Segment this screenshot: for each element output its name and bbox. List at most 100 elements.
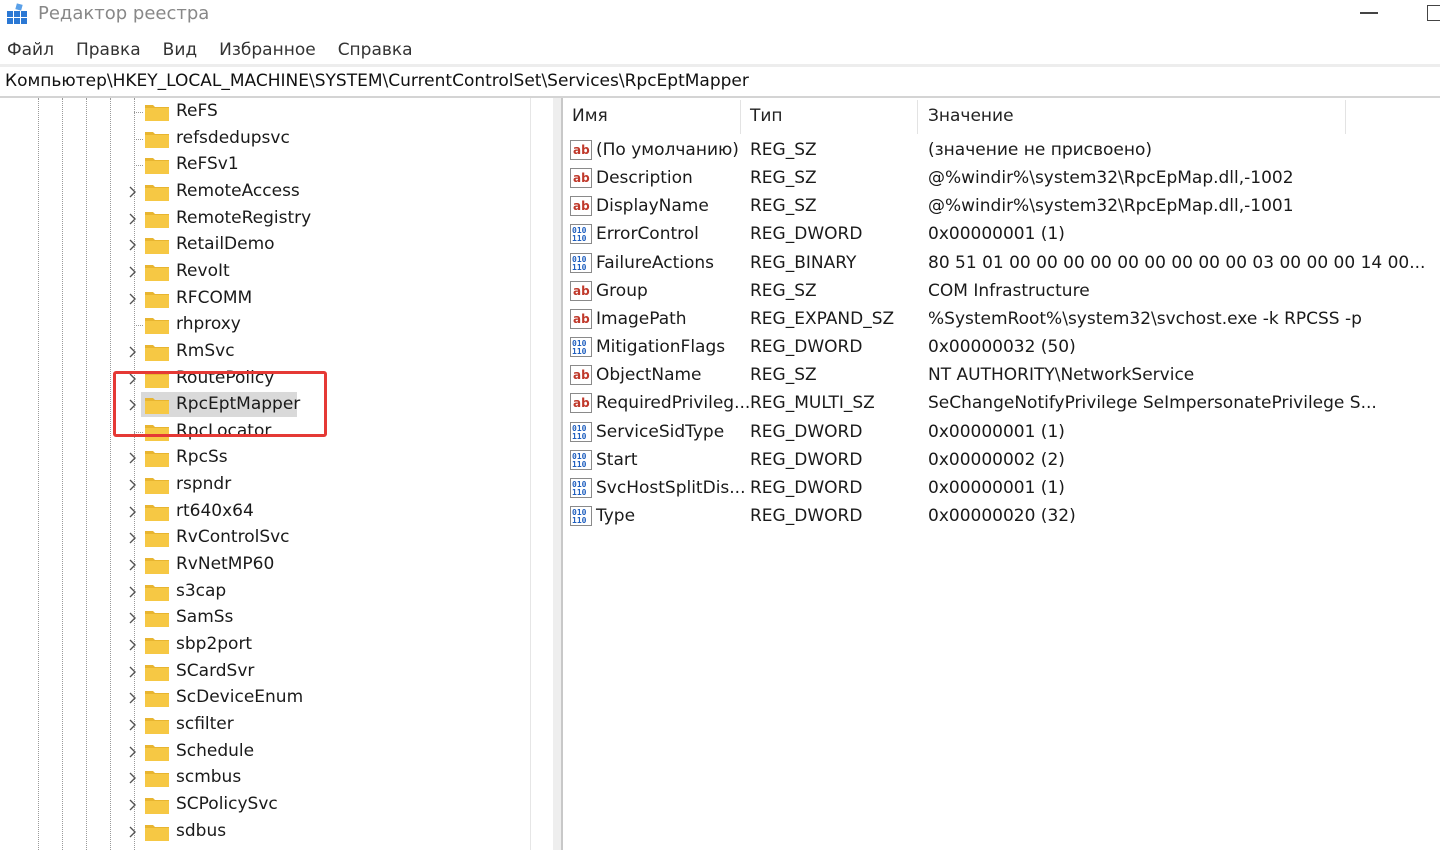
tree-node[interactable]: Schedule	[0, 739, 520, 765]
chevron-right-icon[interactable]	[125, 690, 141, 706]
column-separator[interactable]	[917, 100, 918, 134]
tree-node-label[interactable]: rspndr	[176, 473, 231, 495]
tree-node-label[interactable]: s3cap	[176, 580, 226, 602]
value-name[interactable]: MitigationFlags	[596, 335, 725, 359]
tree-node[interactable]: sbp2port	[0, 632, 520, 658]
tree-node[interactable]: ReFSv1	[0, 152, 520, 178]
tree-node[interactable]: s3cap	[0, 579, 520, 605]
column-header-data[interactable]: Значение	[928, 98, 1014, 134]
menu-help[interactable]: Справка	[337, 38, 414, 64]
chevron-right-icon[interactable]	[125, 770, 141, 786]
tree-node-label[interactable]: RpcSs	[176, 446, 228, 468]
tree-node[interactable]: rspndr	[0, 472, 520, 498]
value-name[interactable]: (По умолчанию)	[596, 138, 739, 162]
value-name[interactable]: DisplayName	[596, 194, 709, 218]
tree-node-label[interactable]: SCardSvr	[176, 660, 254, 682]
address-bar[interactable]: Компьютер\HKEY_LOCAL_MACHINE\SYSTEM\Curr…	[0, 68, 1440, 98]
value-name[interactable]: ImagePath	[596, 307, 687, 331]
tree-node[interactable]: rt640x64	[0, 499, 520, 525]
chevron-right-icon[interactable]	[125, 557, 141, 573]
chevron-right-icon[interactable]	[125, 450, 141, 466]
value-row[interactable]: ab (По умолчанию) REG_SZ (значение не присв…	[565, 136, 1435, 164]
chevron-right-icon[interactable]	[125, 344, 141, 360]
values-list[interactable]: Имя Тип Значение ab (По умолчанию) REG_SZ (…	[565, 98, 1440, 850]
chevron-right-icon[interactable]	[125, 824, 141, 840]
tree-node-label[interactable]: ReFSv1	[176, 153, 239, 175]
tree-node-label[interactable]: SamSs	[176, 606, 233, 628]
tree-node[interactable]: RvControlSvc	[0, 525, 520, 551]
tree-node[interactable]: RvNetMP60	[0, 552, 520, 578]
menu-edit[interactable]: Правка	[75, 38, 142, 64]
tree-node[interactable]: RpcEptMapper	[0, 392, 520, 418]
tree-node[interactable]: RFCOMM	[0, 286, 520, 312]
chevron-right-icon[interactable]	[125, 584, 141, 600]
column-header-type[interactable]: Тип	[750, 98, 783, 134]
tree-node[interactable]: RemoteRegistry	[0, 206, 520, 232]
value-row[interactable]: 010 110 MitigationFlags REG_DWORD 0x00000032…	[565, 333, 1435, 361]
tree-node[interactable]: RevoIt	[0, 259, 520, 285]
tree-node[interactable]: refsdedupsvc	[0, 126, 520, 152]
tree-node-label[interactable]: RetailDemo	[176, 233, 275, 255]
value-row[interactable]: 010 110 Type REG_DWORD 0x00000020 (32)	[565, 502, 1435, 530]
chevron-right-icon[interactable]	[125, 291, 141, 307]
tree-node[interactable]: RpcLocator	[0, 419, 520, 445]
maximize-button[interactable]	[1427, 5, 1440, 21]
tree-node-label[interactable]: scfilter	[176, 713, 234, 735]
menu-favorites[interactable]: Избранное	[218, 38, 317, 64]
tree-node-label[interactable]: RpcLocator	[176, 420, 271, 442]
menu-view[interactable]: Вид	[162, 38, 198, 64]
tree-node[interactable]: scfilter	[0, 712, 520, 738]
value-row[interactable]: ab ObjectName REG_SZ NT AUTHORITY\NetworkSe…	[565, 361, 1435, 389]
value-row[interactable]: ab RequiredPrivileg... REG_MULTI_SZ SeChang…	[565, 389, 1435, 417]
value-name[interactable]: Description	[596, 166, 693, 190]
column-separator[interactable]	[740, 100, 741, 134]
value-row[interactable]: 010 110 SvcHostSplitDis... REG_DWORD 0x00000…	[565, 474, 1435, 502]
value-name[interactable]: Group	[596, 279, 648, 303]
tree-node-label[interactable]: sbp2port	[176, 633, 252, 655]
value-row[interactable]: 010 110 ErrorControl REG_DWORD 0x00000001 (1…	[565, 220, 1435, 248]
chevron-right-icon[interactable]	[125, 504, 141, 520]
tree-node-label[interactable]: RpcEptMapper	[176, 393, 300, 415]
tree-node-label[interactable]: ReFS	[176, 100, 218, 122]
tree-node[interactable]: RetailDemo	[0, 232, 520, 258]
tree-node-label[interactable]: rt640x64	[176, 500, 254, 522]
menu-file[interactable]: Файл	[6, 38, 55, 64]
tree-node-label[interactable]: RoutePolicy	[176, 367, 274, 389]
tree-node-label[interactable]: RmSvc	[176, 340, 235, 362]
value-name[interactable]: RequiredPrivileg...	[596, 391, 750, 415]
value-row[interactable]: ab DisplayName REG_SZ @%windir%\system32\Rp…	[565, 192, 1435, 220]
chevron-right-icon[interactable]	[125, 530, 141, 546]
value-name[interactable]: ErrorControl	[596, 222, 699, 246]
tree-node[interactable]: sdbus	[0, 819, 520, 845]
value-row[interactable]: 010 110 ServiceSidType REG_DWORD 0x00000001 …	[565, 418, 1435, 446]
chevron-right-icon[interactable]	[125, 637, 141, 653]
tree-node-label[interactable]: RemoteRegistry	[176, 207, 311, 229]
chevron-right-icon[interactable]	[125, 211, 141, 227]
tree-node[interactable]: SCPolicySvc	[0, 792, 520, 818]
tree-node-label[interactable]: sdbus	[176, 820, 226, 842]
tree-scrollbar[interactable]	[530, 98, 553, 850]
tree-node[interactable]: RmSvc	[0, 339, 520, 365]
value-row[interactable]: ab Group REG_SZ COM Infrastructure	[565, 277, 1435, 305]
chevron-right-icon[interactable]	[125, 610, 141, 626]
chevron-right-icon[interactable]	[125, 184, 141, 200]
tree-node-label[interactable]: Schedule	[176, 740, 254, 762]
tree-node-label[interactable]: RFCOMM	[176, 287, 252, 309]
tree-node-label[interactable]: refsdedupsvc	[176, 127, 290, 149]
value-row[interactable]: 010 110 Start REG_DWORD 0x00000002 (2)	[565, 446, 1435, 474]
tree-node[interactable]: ReFS	[0, 99, 520, 125]
minimize-button[interactable]	[1360, 0, 1382, 26]
value-name[interactable]: SvcHostSplitDis...	[596, 476, 745, 500]
pane-splitter[interactable]	[553, 98, 563, 850]
chevron-right-icon[interactable]	[125, 237, 141, 253]
value-row[interactable]: 010 110 FailureActions REG_BINARY 80 51 01 0…	[565, 249, 1435, 277]
chevron-right-icon[interactable]	[125, 717, 141, 733]
value-name[interactable]: FailureActions	[596, 251, 714, 275]
column-header-name[interactable]: Имя	[572, 98, 608, 134]
value-row[interactable]: ab ImagePath REG_EXPAND_SZ %SystemRoot%\sys…	[565, 305, 1435, 333]
tree-node-label[interactable]: RevoIt	[176, 260, 230, 282]
value-name[interactable]: ServiceSidType	[596, 420, 724, 444]
tree-node[interactable]: SCardSvr	[0, 659, 520, 685]
chevron-right-icon[interactable]	[125, 397, 141, 413]
tree-node[interactable]: RpcSs	[0, 445, 520, 471]
